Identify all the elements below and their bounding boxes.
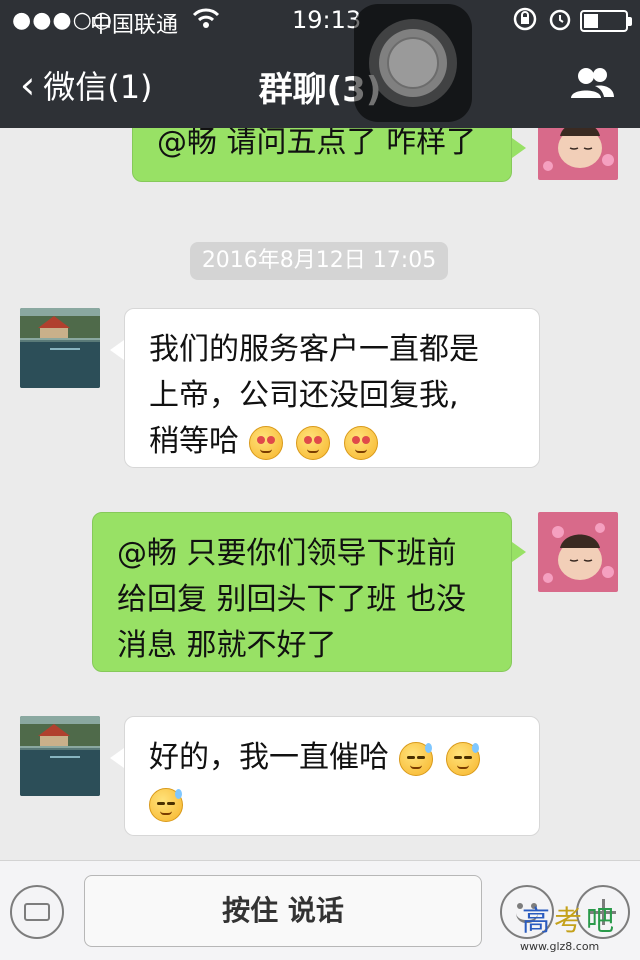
avatar-contact[interactable] [20,308,100,388]
battery-icon [580,10,632,32]
group-members-icon[interactable] [568,64,616,104]
top-bar: ●●●○○ 中国联通 19:13 ‹ 微信(1) 群聊(3) [0,0,640,128]
keyboard-toggle-button[interactable] [10,885,64,939]
watermark-logo: 高 考 吧 [522,904,616,937]
nav-bar: ‹ 微信(1) 群聊(3) [0,40,640,128]
message-text: @畅 请问五点了 咋样了 [157,128,477,160]
sweat-emoji-icon [446,741,481,776]
message-line: 稍等哈 [149,424,239,459]
avatar-self[interactable] [538,512,618,592]
assistive-touch-button[interactable] [354,4,472,122]
message-line: @畅 只要你们领导下班前 [117,536,457,571]
alarm-icon [547,6,573,38]
message-line: 上帝，公司还没回复我, [149,378,459,413]
message-bubble-contact[interactable]: 我们的服务客户一直都是 上帝，公司还没回复我, 稍等哈 [124,308,540,468]
avatar-contact[interactable] [20,716,100,796]
message-line: 消息 那就不好了 [117,628,337,663]
svg-text:考: 考 [554,904,584,937]
svg-text:高: 高 [522,904,552,937]
message-bubble-self[interactable]: @畅 只要你们领导下班前 给回复 别回头下了班 也没 消息 那就不好了 [92,512,512,672]
bubble-tail [110,748,124,768]
timestamp-badge: 2016年8月12日 17:05 [190,242,448,280]
avatar-self[interactable] [538,128,618,180]
carrier-name: 中国联通 [90,13,179,38]
sweat-emoji-icon [149,787,183,822]
message-line: 我们的服务客户一直都是 [149,332,479,367]
blush-emoji-icon [248,425,283,460]
wifi-icon [192,6,220,36]
status-bar: ●●●○○ 中国联通 19:13 [0,0,640,40]
message-line: 好的，我一直催哈 [149,740,389,775]
status-time: 19:13 [292,6,362,34]
hold-to-talk-button[interactable]: 按住 说话 [84,875,482,947]
site-watermark: 高 考 吧 www.glz8.com [516,898,640,960]
blush-emoji-icon [343,425,378,460]
watermark-url: www.glz8.com [520,940,600,953]
bubble-tail [512,138,526,158]
chat-area[interactable]: @畅 请问五点了 咋样了 2016年8月12日 17:05 我们的服务客户一直都… [0,128,640,860]
chat-title: 群聊(3) [258,70,382,110]
rotation-lock-icon [512,6,538,38]
bubble-tail [110,340,124,360]
keyboard-icon [24,903,50,921]
blush-emoji-icon [296,425,331,460]
message-bubble-self[interactable]: @畅 请问五点了 咋样了 [132,128,512,182]
message-line: 给回复 别回头下了班 也没 [117,582,467,617]
bubble-tail [512,542,526,562]
message-bubble-contact[interactable]: 好的，我一直催哈 [124,716,540,836]
sweat-emoji-icon [398,741,433,776]
svg-text:吧: 吧 [586,904,616,937]
